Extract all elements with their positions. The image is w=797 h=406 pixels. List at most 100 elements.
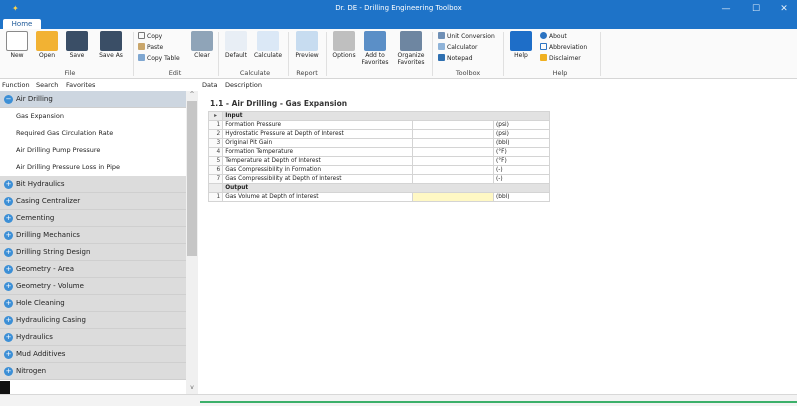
gear-icon [333, 31, 355, 51]
expand-icon: + [4, 316, 13, 325]
list-item[interactable]: Required Gas Circulation Rate [0, 125, 186, 142]
save-button[interactable]: Save [64, 31, 90, 59]
category-air-drilling[interactable]: − Air Drilling [0, 91, 186, 108]
list-item[interactable]: Air Drilling Pressure Loss in Pipe [0, 159, 186, 176]
table-row: 5 Temperature at Depth of Interest (°F) [207, 156, 550, 166]
expand-icon: + [4, 265, 13, 274]
tab-data[interactable]: Data [202, 81, 218, 89]
table-row: 3 Original Pit Gain (bbl) [207, 138, 550, 148]
left-edge-artifact [0, 381, 10, 394]
category-item[interactable]: + Casing Centralizer [0, 193, 186, 210]
status-bar [0, 394, 797, 406]
tab-description[interactable]: Description [225, 81, 262, 89]
copy-table-button[interactable]: Copy Table [138, 54, 180, 63]
chevron-down-icon[interactable]: v [187, 384, 197, 393]
data-panel: 1.1 - Air Drilling - Gas Expansion ▸ Inp… [200, 91, 797, 394]
expand-icon: + [4, 214, 13, 223]
add-to-favorites-button[interactable]: Add to Favorites [360, 31, 390, 66]
save-as-button[interactable]: Save As [94, 31, 128, 59]
category-item[interactable]: + Geometry - Volume [0, 278, 186, 295]
input-cell[interactable] [411, 156, 495, 166]
expand-icon: + [4, 299, 13, 308]
open-button[interactable]: Open [34, 31, 60, 59]
category-item[interactable]: + Bit Hydraulics [0, 176, 186, 193]
calculate-button[interactable]: Calculate [253, 31, 283, 59]
notepad-icon [438, 54, 445, 61]
data-tabs: Data Description [200, 80, 797, 91]
folder-open-icon [36, 31, 58, 51]
group-separator [600, 32, 601, 76]
notepad-button[interactable]: Notepad [438, 54, 473, 63]
default-button[interactable]: Default [222, 31, 250, 59]
tab-home[interactable]: Home [3, 19, 41, 29]
unit-conversion-icon [438, 32, 445, 39]
group-separator [218, 32, 219, 76]
table-row: 1 Formation Pressure (psi) [207, 120, 550, 130]
collapse-icon: − [4, 95, 13, 104]
expand-icon: + [4, 333, 13, 342]
group-label-file: File [64, 69, 76, 77]
group-separator [133, 32, 134, 76]
options-button[interactable]: Options [330, 31, 358, 59]
minimize-button[interactable]: — [712, 1, 740, 17]
new-button[interactable]: New [4, 31, 30, 59]
input-cell[interactable] [411, 174, 495, 184]
sidebar-scroll-thumb[interactable] [187, 101, 197, 256]
copy-table-icon [138, 54, 145, 61]
clear-button[interactable]: Clear [190, 31, 214, 59]
help-button[interactable]: Help [508, 31, 534, 59]
clear-table-icon [191, 31, 213, 51]
group-separator [503, 32, 504, 76]
input-cell[interactable] [411, 138, 495, 148]
abbreviation-button[interactable]: Abbreviation [540, 43, 587, 52]
warning-icon [540, 54, 547, 61]
table-row: 2 Hydrostatic Pressure at Depth of Inter… [207, 129, 550, 139]
chevron-up-icon[interactable]: ^ [187, 91, 197, 100]
category-item[interactable]: + Hole Cleaning [0, 295, 186, 312]
category-item[interactable]: + Cementing [0, 210, 186, 227]
list-item[interactable]: Air Drilling Pump Pressure [0, 142, 186, 159]
list-item[interactable]: Gas Expansion [0, 108, 186, 125]
category-item[interactable]: + Geometry - Area [0, 261, 186, 278]
maximize-button[interactable]: ☐ [742, 1, 770, 17]
unit-conversion-button[interactable]: Unit Conversion [438, 32, 495, 41]
output-cell [411, 192, 495, 202]
category-item[interactable]: + Mud Additives [0, 346, 186, 363]
tab-function[interactable]: Function [2, 81, 30, 89]
input-cell[interactable] [411, 120, 495, 130]
panel-tabs: Function Search Favorites [0, 80, 200, 91]
row-indicator-icon: ▸ [207, 111, 224, 121]
category-item[interactable]: + Drilling Mechanics [0, 227, 186, 244]
category-item[interactable]: + Drilling String Design [0, 244, 186, 261]
play-icon [257, 31, 279, 51]
category-item[interactable]: + Hydraulics [0, 329, 186, 346]
disclaimer-button[interactable]: Disclaimer [540, 54, 581, 63]
window-title: Dr. DE - Drilling Engineering Toolbox [335, 4, 462, 12]
output-header: Output [222, 183, 550, 193]
paste-button[interactable]: Paste [138, 43, 163, 52]
input-cell[interactable] [411, 129, 495, 139]
status-accent-line [200, 401, 797, 403]
paste-icon [138, 43, 145, 50]
close-button[interactable]: ✕ [770, 1, 797, 17]
function-panel: − Air Drilling Gas Expansion Required Ga… [0, 91, 198, 394]
save-icon [66, 31, 88, 51]
category-item[interactable]: + Hydraulicing Casing [0, 312, 186, 329]
expand-icon: + [4, 180, 13, 189]
table-row: ▸ Input [207, 111, 550, 121]
copy-button[interactable]: Copy [138, 32, 162, 41]
tab-favorites[interactable]: Favorites [66, 81, 95, 89]
expand-icon: + [4, 197, 13, 206]
table-row: Output [207, 183, 550, 193]
calculator-button[interactable]: Calculator [438, 43, 477, 52]
input-cell[interactable] [411, 165, 495, 175]
organize-favorites-button[interactable]: Organize Favorites [394, 31, 428, 66]
default-values-icon [225, 31, 247, 51]
preview-button[interactable]: Preview [292, 31, 322, 59]
category-item[interactable]: + Nitrogen [0, 363, 186, 380]
tab-search[interactable]: Search [36, 81, 58, 89]
calculator-icon [438, 43, 445, 50]
group-label-calculate: Calculate [239, 69, 271, 77]
about-button[interactable]: About [540, 32, 567, 41]
input-cell[interactable] [411, 147, 495, 157]
